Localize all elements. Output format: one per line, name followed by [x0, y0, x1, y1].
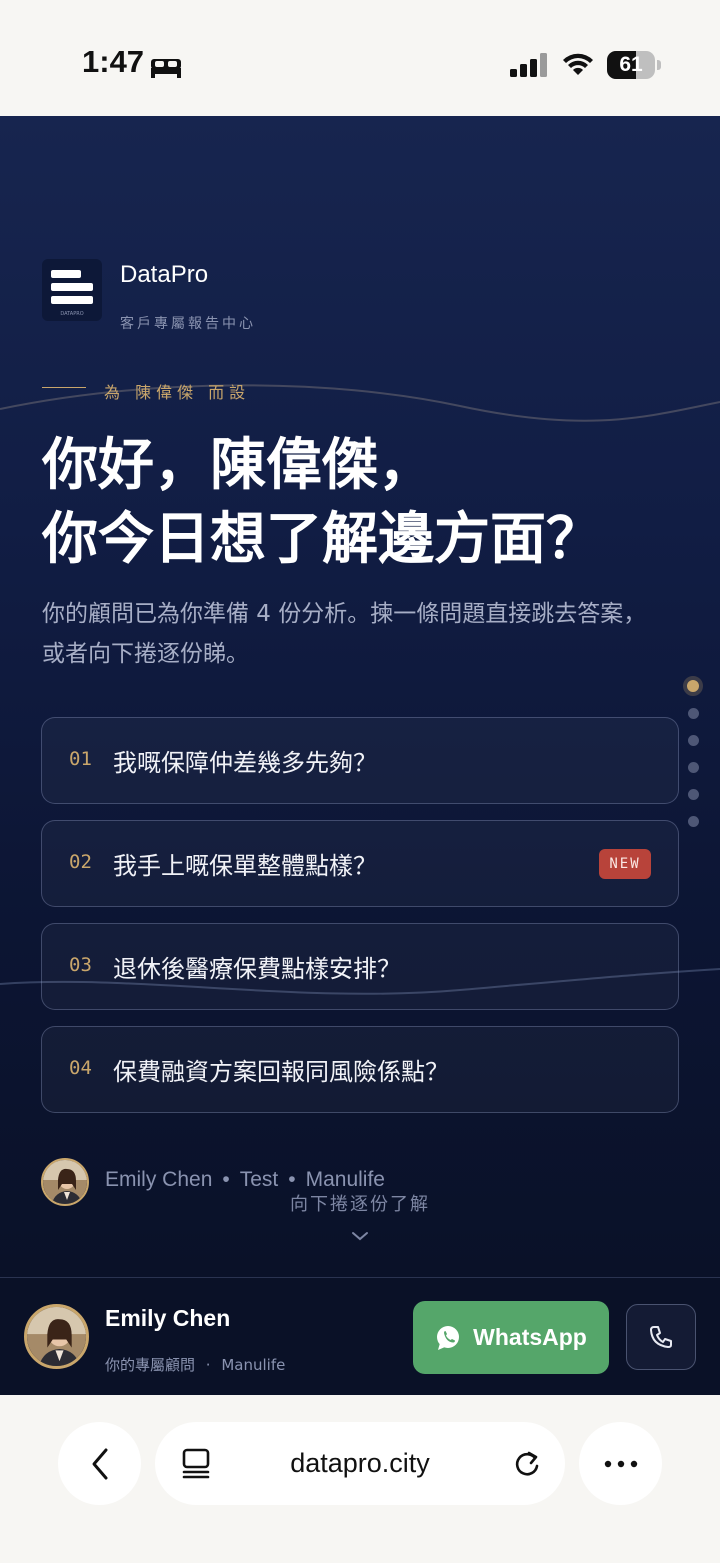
contact-name: Emily Chen — [105, 1305, 231, 1331]
more-icon — [604, 1460, 637, 1467]
headline-line-1: 你好，陳偉傑， — [42, 432, 434, 498]
bed-icon — [151, 59, 181, 78]
back-button[interactable] — [58, 1422, 141, 1505]
pager-dot[interactable] — [687, 816, 699, 827]
pager-dot[interactable] — [683, 676, 703, 696]
question-number: 01 — [69, 748, 92, 770]
question-card-3[interactable]: 03 退休後醫療保費點樣安排？ — [41, 923, 679, 1010]
advisor-team: Test — [239, 1168, 279, 1191]
question-card-2[interactable]: 02 我手上嘅保單整體點樣？ NEW — [41, 820, 679, 907]
question-card-4[interactable]: 04 保費融資方案回報同風險係點？ — [41, 1026, 679, 1113]
back-icon — [92, 1448, 107, 1479]
hero-section: DATAPRO DataPro 客戶專屬報告中心 為 陳偉傑 而設 你好，陳偉傑… — [0, 116, 720, 1277]
chevron-down-icon[interactable] — [350, 1230, 370, 1242]
pager-dot[interactable] — [687, 708, 699, 719]
advisor-company: Manulife — [305, 1168, 385, 1191]
pager-dot[interactable] — [687, 735, 699, 746]
contact-role: 你的專屬顧問 · Manulife — [105, 1356, 286, 1374]
contact-bar: Emily Chen 你的專屬顧問 · Manulife WhatsApp — [0, 1277, 720, 1395]
question-card-1[interactable]: 01 我嘅保障仲差幾多先夠？ — [41, 717, 679, 804]
pager-dot[interactable] — [687, 789, 699, 800]
headline-line-2: 你今日想了解邊方面？ — [42, 506, 602, 572]
for-divider — [42, 387, 86, 388]
battery-percent: 61 — [619, 53, 643, 76]
battery-indicator: 61 — [607, 51, 661, 79]
brand-logo: DATAPRO — [42, 259, 102, 321]
whatsapp-icon — [437, 1325, 460, 1350]
for-label: 為 陳偉傑 而設 — [104, 383, 251, 402]
scroll-hint: 向下捲逐份了解 — [290, 1194, 430, 1215]
new-badge: NEW — [599, 849, 651, 879]
status-time: 1:47 — [82, 44, 145, 79]
page-title: 你好，陳偉傑， 你今日想了解邊方面？ — [42, 428, 682, 576]
status-bar: 1:47 61 — [0, 0, 720, 116]
question-list: 01 我嘅保障仲差幾多先夠？ 02 我手上嘅保單整體點樣？ NEW 03 退休後… — [41, 717, 679, 1129]
more-button[interactable] — [579, 1422, 662, 1505]
question-number: 04 — [69, 1057, 92, 1079]
question-text: 退休後醫療保費點樣安排？ — [113, 955, 401, 983]
address-bar[interactable]: datapro.city — [155, 1422, 565, 1505]
whatsapp-button[interactable]: WhatsApp — [413, 1301, 609, 1374]
reload-icon[interactable] — [512, 1448, 542, 1480]
brand-subtitle: 客戶專屬報告中心 — [120, 316, 256, 332]
question-text: 保費融資方案回報同風險係點？ — [113, 1058, 449, 1086]
brand-name: DataPro — [120, 261, 209, 288]
pager-dot[interactable] — [687, 762, 699, 773]
contact-avatar — [24, 1304, 89, 1369]
browser-toolbar: datapro.city — [0, 1395, 720, 1563]
whatsapp-label: WhatsApp — [473, 1324, 587, 1350]
signal-icon — [510, 53, 547, 77]
question-number: 03 — [69, 954, 92, 976]
url-text: datapro.city — [290, 1448, 430, 1478]
intro-text: 你的顧問已為你準備 4 份分析。揀一條問題直接跳去答案，或者向下捲逐份睇。 — [42, 601, 647, 667]
question-text: 我嘅保障仲差幾多先夠？ — [113, 749, 377, 777]
phone-icon — [650, 1326, 672, 1348]
logo-text: DATAPRO — [60, 311, 83, 317]
section-pager — [683, 676, 703, 843]
advisor-info: Emily Chen • Test • Manulife — [105, 1168, 385, 1191]
question-text: 我手上嘅保單整體點樣？ — [113, 852, 377, 880]
question-number: 02 — [69, 851, 92, 873]
advisor-name: Emily Chen — [105, 1168, 213, 1191]
wifi-icon — [563, 53, 593, 75]
call-button[interactable] — [626, 1304, 696, 1370]
